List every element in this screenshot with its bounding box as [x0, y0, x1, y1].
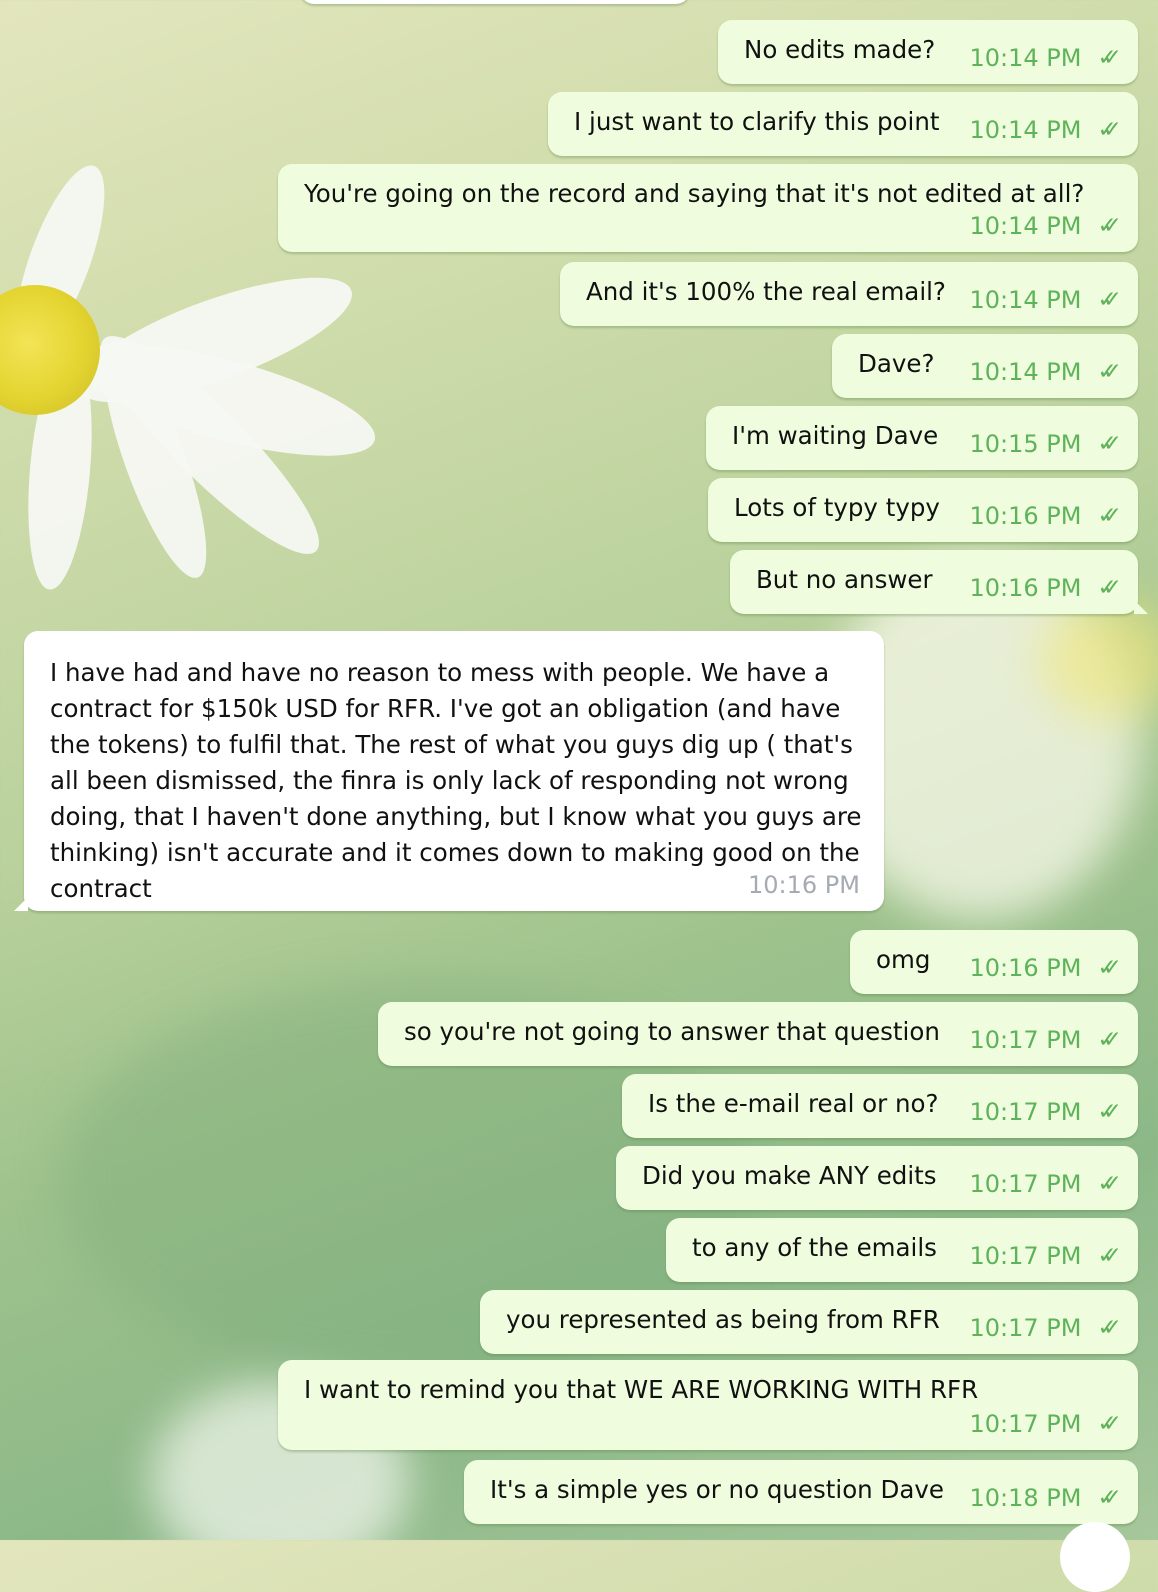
- message-time: 10:16 PM: [969, 954, 1082, 982]
- scroll-down-button[interactable]: [1060, 1522, 1130, 1592]
- message-meta: 10:14 PM ✓✓: [969, 40, 1121, 76]
- message-text: I just want to clarify this point: [574, 107, 940, 136]
- outgoing-message[interactable]: Is the e-mail real or no? 10:17 PM ✓✓: [622, 1074, 1138, 1138]
- message-meta: 10:14 PM ✓✓: [969, 354, 1121, 390]
- message-time: 10:14 PM: [969, 286, 1082, 314]
- read-double-check-icon: ✓✓: [1097, 575, 1121, 601]
- incoming-message[interactable]: I have had and have no reason to mess wi…: [14, 631, 884, 911]
- read-double-check-icon: ✓✓: [1097, 1171, 1121, 1197]
- message-text: Lots of typy typy: [734, 493, 940, 522]
- message-meta: 10:18 PM ✓✓: [969, 1480, 1121, 1516]
- message-text: You're going on the record and saying th…: [304, 179, 1085, 208]
- bubble-tail: [1134, 600, 1148, 614]
- message-text: Did you make ANY edits: [642, 1161, 937, 1190]
- message-meta: 10:16 PM ✓✓: [969, 570, 1121, 606]
- message-meta: 10:14 PM ✓✓: [969, 208, 1121, 244]
- outgoing-message[interactable]: I want to remind you that WE ARE WORKING…: [278, 1360, 1138, 1450]
- read-double-check-icon: ✓✓: [1097, 1027, 1121, 1053]
- message-time: 10:16 PM: [969, 574, 1082, 602]
- outgoing-message[interactable]: No edits made? 10:14 PM ✓✓: [718, 20, 1138, 84]
- read-double-check-icon: ✓✓: [1097, 1411, 1121, 1437]
- message-meta: 10:17 PM ✓✓: [969, 1166, 1121, 1202]
- message-meta: 10:14 PM ✓✓: [969, 112, 1121, 148]
- message-text: No edits made?: [744, 35, 936, 64]
- outgoing-message[interactable]: But no answer 10:16 PM ✓✓: [730, 550, 1148, 614]
- message-text: Is the e-mail real or no?: [648, 1089, 939, 1118]
- read-double-check-icon: ✓✓: [1097, 287, 1121, 313]
- message-text: Dave?: [858, 349, 935, 378]
- message-meta: 10:15 PM ✓✓: [969, 426, 1121, 462]
- outgoing-message[interactable]: you represented as being from RFR 10:17 P…: [480, 1290, 1138, 1354]
- message-meta: 10:17 PM ✓✓: [969, 1310, 1121, 1346]
- message-text: so you're not going to answer that quest…: [404, 1017, 940, 1046]
- outgoing-message[interactable]: so you're not going to answer that quest…: [378, 1002, 1138, 1066]
- message-time: 10:17 PM: [969, 1314, 1082, 1342]
- bubble-tail: [14, 897, 28, 911]
- read-double-check-icon: ✓✓: [1097, 213, 1121, 239]
- outgoing-message[interactable]: to any of the emails 10:17 PM ✓✓: [666, 1218, 1138, 1282]
- previous-message-bubble: [300, 0, 690, 4]
- message-text: It's a simple yes or no question Dave: [490, 1475, 944, 1504]
- message-meta: 10:17 PM ✓✓: [969, 1022, 1121, 1058]
- read-double-check-icon: ✓✓: [1097, 45, 1121, 71]
- message-meta: 10:16 PM ✓✓: [969, 950, 1121, 986]
- message-time: 10:16 PM: [748, 871, 860, 899]
- message-time: 10:14 PM: [969, 358, 1082, 386]
- read-double-check-icon: ✓✓: [1097, 1243, 1121, 1269]
- outgoing-message[interactable]: I'm waiting Dave 10:15 PM ✓✓: [706, 406, 1138, 470]
- outgoing-message[interactable]: Did you make ANY edits 10:17 PM ✓✓: [616, 1146, 1138, 1210]
- message-text: I'm waiting Dave: [732, 421, 939, 450]
- message-time: 10:17 PM: [969, 1170, 1082, 1198]
- read-double-check-icon: ✓✓: [1097, 1315, 1121, 1341]
- message-text: omg: [876, 945, 931, 974]
- read-double-check-icon: ✓✓: [1097, 117, 1121, 143]
- message-time: 10:15 PM: [969, 430, 1082, 458]
- message-meta: 10:16 PM: [748, 867, 860, 903]
- read-double-check-icon: ✓✓: [1097, 1485, 1121, 1511]
- message-text: I have had and have no reason to mess wi…: [50, 658, 862, 903]
- message-time: 10:17 PM: [969, 1026, 1082, 1054]
- outgoing-message[interactable]: It's a simple yes or no question Dave 10:…: [464, 1460, 1138, 1524]
- message-meta: 10:16 PM ✓✓: [969, 498, 1121, 534]
- outgoing-message[interactable]: I just want to clarify this point 10:14 P…: [548, 92, 1138, 156]
- message-meta: 10:17 PM ✓✓: [969, 1238, 1121, 1274]
- message-text: you represented as being from RFR: [506, 1305, 940, 1334]
- message-text: to any of the emails: [692, 1233, 937, 1262]
- message-time: 10:17 PM: [969, 1098, 1082, 1126]
- read-double-check-icon: ✓✓: [1097, 1099, 1121, 1125]
- message-text: And it's 100% the real email?: [586, 277, 946, 306]
- read-double-check-icon: ✓✓: [1097, 955, 1121, 981]
- message-text: But no answer: [756, 565, 933, 594]
- message-meta: 10:14 PM ✓✓: [969, 282, 1121, 318]
- message-time: 10:18 PM: [969, 1484, 1082, 1512]
- message-meta: 10:17 PM ✓✓: [969, 1406, 1121, 1442]
- message-time: 10:17 PM: [969, 1242, 1082, 1270]
- outgoing-message[interactable]: You're going on the record and saying th…: [278, 164, 1138, 252]
- read-double-check-icon: ✓✓: [1097, 431, 1121, 457]
- message-time: 10:14 PM: [969, 212, 1082, 240]
- read-double-check-icon: ✓✓: [1097, 503, 1121, 529]
- outgoing-message[interactable]: omg 10:16 PM ✓✓: [850, 930, 1138, 994]
- message-text: I want to remind you that WE ARE WORKING…: [304, 1375, 979, 1404]
- message-time: 10:16 PM: [969, 502, 1082, 530]
- message-time: 10:14 PM: [969, 44, 1082, 72]
- outgoing-message[interactable]: Dave? 10:14 PM ✓✓: [832, 334, 1138, 398]
- outgoing-message[interactable]: Lots of typy typy 10:16 PM ✓✓: [708, 478, 1138, 542]
- message-time: 10:14 PM: [969, 116, 1082, 144]
- read-double-check-icon: ✓✓: [1097, 359, 1121, 385]
- message-time: 10:17 PM: [969, 1410, 1082, 1438]
- message-meta: 10:17 PM ✓✓: [969, 1094, 1121, 1130]
- outgoing-message[interactable]: And it's 100% the real email? 10:14 PM ✓✓: [560, 262, 1138, 326]
